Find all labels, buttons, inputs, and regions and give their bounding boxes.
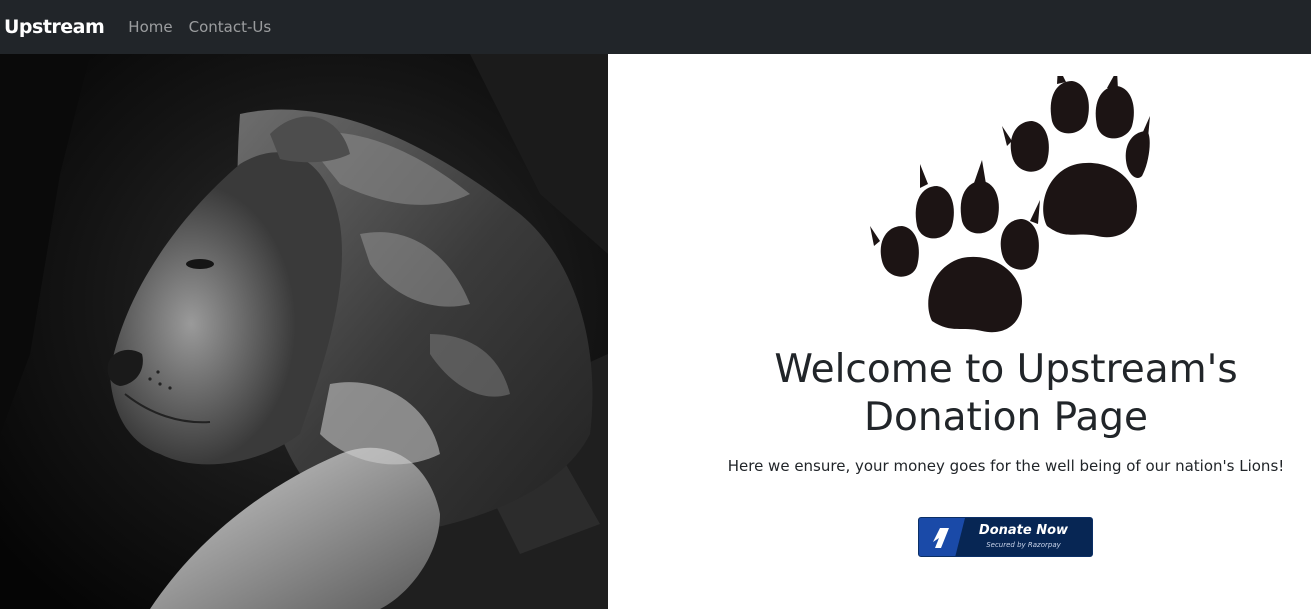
donate-now-button[interactable]: Donate Now Secured by Razorpay xyxy=(918,517,1093,557)
razorpay-logo-block xyxy=(919,518,965,556)
razorpay-icon xyxy=(933,528,949,548)
page-subtitle: Here we ensure, your money goes for the … xyxy=(727,457,1285,475)
lion-photo xyxy=(0,54,608,609)
brand-logo-link[interactable]: Upstream xyxy=(4,16,105,38)
top-navbar: Upstream Home Contact-Us xyxy=(0,0,1311,54)
nav-link-home[interactable]: Home xyxy=(128,18,172,36)
donate-button-sublabel: Secured by Razorpay xyxy=(986,541,1061,549)
nav-link-contact-us[interactable]: Contact-Us xyxy=(189,18,272,36)
donation-panel: Welcome to Upstream's Donation Page Here… xyxy=(608,54,1311,609)
donate-button-label: Donate Now xyxy=(978,523,1069,538)
page-title: Welcome to Upstream's Donation Page xyxy=(774,347,1238,440)
paw-prints-icon xyxy=(870,76,1150,333)
